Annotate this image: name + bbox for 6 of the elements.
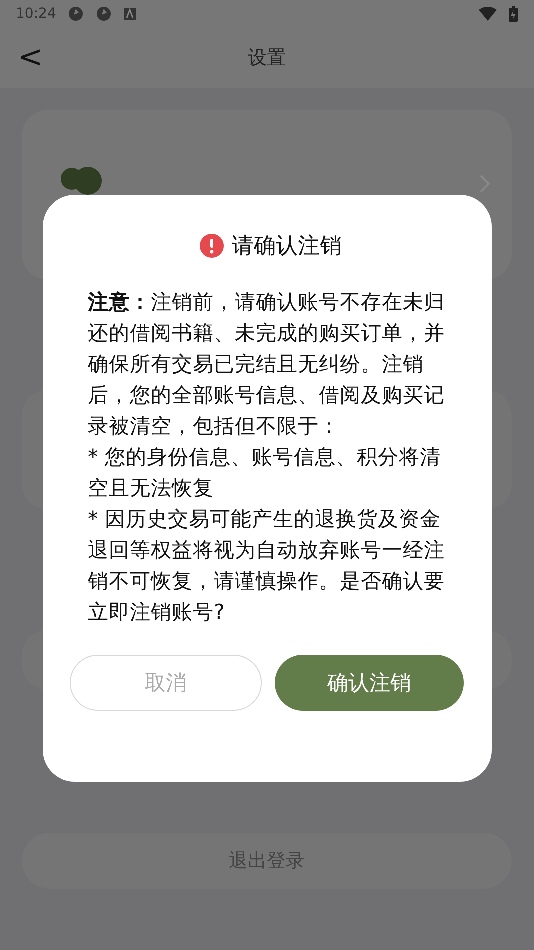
dialog-paragraph: * 因历史交易可能产生的退换货及资金退回等权益将视为自动放弃账号一经注销不可恢复，请谨慎操作。是否确认要立即注销账号? (88, 506, 446, 626)
dialog-title: 请确认注销 (232, 233, 342, 261)
status-time: 10:24 (16, 6, 56, 22)
dialog-paragraph: 注意：注销前，请确认账号不存在未归还的借阅书籍、未完成的购买订单，并确保所有交易已完结且无纠纷。注销后，您的全部账号信息、借阅及购买记录被清空，包括但不限于： (88, 289, 446, 440)
dialog-paragraph: * 您的身份信息、账号信息、积分将清空且无法恢复 (88, 444, 442, 502)
page-title: 设置 (248, 47, 286, 69)
